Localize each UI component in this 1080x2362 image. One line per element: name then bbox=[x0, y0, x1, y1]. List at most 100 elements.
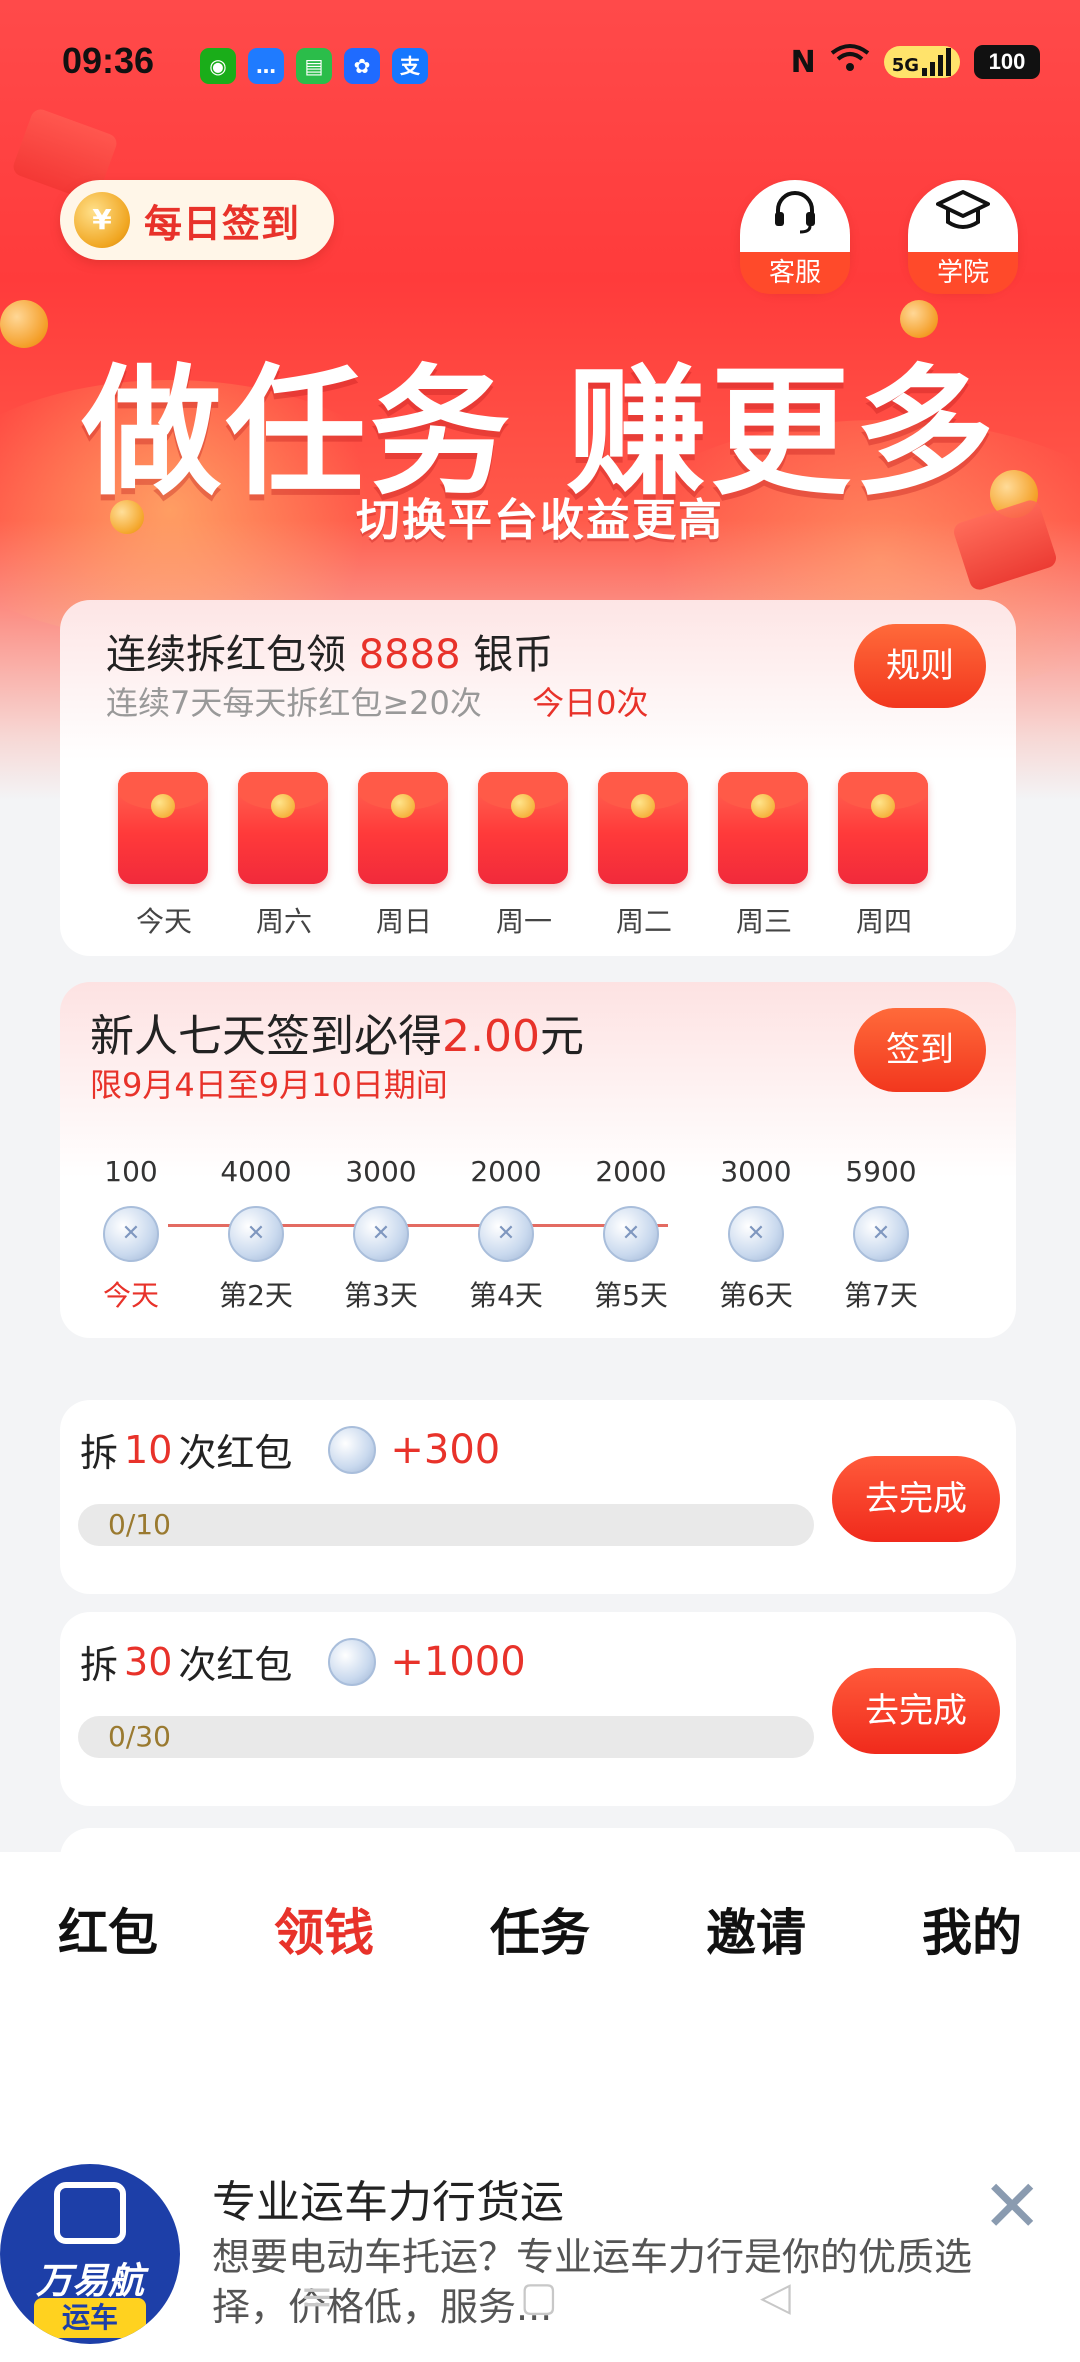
envelope-seal-icon bbox=[751, 794, 775, 818]
headset-icon bbox=[740, 186, 850, 252]
silver-coin-icon: ✕ bbox=[353, 1206, 409, 1262]
envelope-day-label: 周二 bbox=[615, 905, 672, 938]
signin-day-step: 3000 ✕ 第3天 bbox=[326, 1152, 436, 1314]
streak-today-count: 今日0次 bbox=[532, 684, 649, 722]
envelope-day-label: 今天 bbox=[135, 905, 192, 938]
customer-service-button[interactable]: 客服 bbox=[740, 180, 850, 294]
task-suffix: 次红包 bbox=[178, 1643, 293, 1687]
signin-button[interactable]: 签到 bbox=[854, 1008, 986, 1092]
red-envelope-day[interactable]: 周一 bbox=[478, 772, 570, 940]
task-suffix: 次红包 bbox=[178, 1431, 293, 1475]
go-complete-button[interactable]: 去完成 bbox=[832, 1668, 1000, 1754]
nav-menu-icon[interactable]: ≡ bbox=[300, 2274, 334, 2320]
nav-tab[interactable]: 我的 bbox=[864, 1893, 1080, 1965]
status-bar: 09:36 ◉ … ▤ ✿ 支 N 5G 100 bbox=[0, 0, 1080, 120]
status-time: 09:36 bbox=[62, 40, 155, 81]
signin-title-amount: 2.00 bbox=[442, 1011, 540, 1062]
task-card: 拆 30 次红包 +1000 0/30 去完成 bbox=[60, 1612, 1016, 1806]
red-envelope-day[interactable]: 周三 bbox=[718, 772, 810, 940]
ad-brand: 万易航 bbox=[35, 2261, 144, 2302]
signin-day-label: 第3天 bbox=[344, 1279, 418, 1312]
task-reward: +1000 bbox=[390, 1638, 526, 1685]
envelope-seal-icon bbox=[271, 794, 295, 818]
signin-day-step: 2000 ✕ 第5天 bbox=[576, 1152, 686, 1314]
ad-brand-tag: 运车 bbox=[34, 2298, 146, 2338]
nav-tab[interactable]: 任务 bbox=[432, 1893, 648, 1965]
daily-signin-label: 每日签到 bbox=[144, 201, 301, 246]
task-count: 30 bbox=[124, 1639, 173, 1684]
red-envelope-day[interactable]: 周日 bbox=[358, 772, 450, 940]
signin-day-amount: 2000 bbox=[595, 1155, 667, 1188]
red-envelope-icon bbox=[118, 772, 208, 884]
task-title: 拆 10 次红包 +300 bbox=[80, 1422, 500, 1477]
streak-title: 连续拆红包领 8888 银币 bbox=[106, 622, 553, 680]
pinwheel-icon: ✿ bbox=[344, 48, 380, 84]
envelope-day-label: 周日 bbox=[375, 905, 432, 938]
nav-home-icon[interactable]: ▢ bbox=[520, 2274, 558, 2320]
red-envelope-day[interactable]: 周二 bbox=[598, 772, 690, 940]
envelope-seal-icon bbox=[631, 794, 655, 818]
signin-title-prefix: 新人七天签到必得 bbox=[90, 1011, 442, 1062]
ad-banner[interactable]: 万易航 运车 专业运车力行货运 想要电动车托运？专业运车力行是你的优质选择，价格… bbox=[0, 2006, 1080, 2362]
nfc-icon: N bbox=[790, 44, 816, 80]
task-title: 拆 30 次红包 +1000 bbox=[80, 1634, 526, 1689]
silver-coin-icon: ✕ bbox=[103, 1206, 159, 1262]
envelope-seal-icon bbox=[391, 794, 415, 818]
streak-title-amount: 8888 bbox=[358, 632, 461, 678]
newcomer-signin-card: 新人七天签到必得2.00元 限9月4日至9月10日期间 签到 100 ✕ 今天 400… bbox=[60, 982, 1016, 1338]
red-envelope-icon bbox=[478, 772, 568, 884]
streak-title-prefix: 连续拆红包领 bbox=[106, 632, 346, 678]
signin-title-suffix: 元 bbox=[539, 1011, 584, 1062]
battery-icon: 100 bbox=[974, 45, 1040, 79]
signin-period: 限9月4日至9月10日期间 bbox=[90, 1066, 448, 1104]
streak-subtitle: 连续7天每天拆红包≥20次 今日0次 bbox=[106, 678, 648, 724]
silver-coin-icon bbox=[328, 1425, 377, 1474]
silver-coin-icon: ✕ bbox=[478, 1206, 534, 1262]
wechat-icon: ◉ bbox=[200, 48, 236, 84]
task-card: 拆 10 次红包 +300 0/10 去完成 bbox=[60, 1400, 1016, 1594]
go-complete-button[interactable]: 去完成 bbox=[832, 1456, 1000, 1542]
red-envelope-day[interactable]: 今天 bbox=[118, 772, 210, 940]
red-envelope-icon bbox=[238, 772, 328, 884]
envelope-day-label: 周六 bbox=[255, 905, 312, 938]
rules-button[interactable]: 规则 bbox=[854, 624, 986, 708]
daily-signin-button[interactable]: ¥ 每日签到 bbox=[60, 180, 334, 260]
signin-day-label: 今天 bbox=[102, 1279, 159, 1312]
task-progress-bar: 0/30 bbox=[78, 1716, 814, 1758]
signin-day-step: 100 ✕ 今天 bbox=[76, 1152, 186, 1314]
signin-day-step: 2000 ✕ 第4天 bbox=[451, 1152, 561, 1314]
red-envelope-day[interactable]: 周四 bbox=[838, 772, 930, 940]
signin-day-label: 第6天 bbox=[719, 1279, 793, 1312]
graduation-cap-icon bbox=[908, 186, 1018, 252]
streak-requirement: 连续7天每天拆红包≥20次 bbox=[106, 684, 482, 722]
nav-tab[interactable]: 领钱 bbox=[216, 1893, 432, 1965]
red-envelope-day[interactable]: 周六 bbox=[238, 772, 330, 940]
close-icon[interactable]: ✕ bbox=[982, 2170, 1042, 2242]
academy-button[interactable]: 学院 bbox=[908, 180, 1018, 294]
envelope-seal-icon bbox=[151, 794, 175, 818]
task-progress-text: 0/10 bbox=[108, 1508, 171, 1541]
envelope-seal-icon bbox=[511, 794, 535, 818]
task-progress-text: 0/30 bbox=[108, 1720, 171, 1753]
ad-logo: 万易航 运车 bbox=[0, 2164, 180, 2344]
hero-subslogan: 切换平台收益更高 bbox=[356, 495, 724, 546]
envelope-seal-icon bbox=[871, 794, 895, 818]
signin-day-amount: 3000 bbox=[345, 1155, 417, 1188]
silver-coin-icon bbox=[328, 1637, 377, 1686]
envelope-day-label: 周一 bbox=[495, 905, 552, 938]
streak-red-envelope-card: 连续拆红包领 8888 银币 连续7天每天拆红包≥20次 今日0次 规则 今天 周… bbox=[60, 600, 1016, 956]
wifi-icon bbox=[830, 43, 870, 81]
signin-day-amount: 5900 bbox=[845, 1155, 917, 1188]
message-icon: … bbox=[248, 48, 284, 84]
coin-icon: ¥ bbox=[74, 192, 130, 248]
nav-back-icon[interactable]: ◁ bbox=[760, 2274, 791, 2320]
signal-icon: 5G bbox=[883, 46, 960, 78]
envelope-day-label: 周四 bbox=[855, 905, 912, 938]
nav-tab[interactable]: 邀请 bbox=[648, 1893, 864, 1965]
sms-icon: ▤ bbox=[296, 48, 332, 84]
signal-5g-label: 5G bbox=[891, 55, 919, 76]
nav-tab[interactable]: 红包 bbox=[0, 1893, 216, 1965]
signin-day-step: 3000 ✕ 第6天 bbox=[701, 1152, 811, 1314]
bottom-nav: 红包 领钱 任务 邀请 我的 bbox=[0, 1852, 1080, 2006]
signin-day-amount: 4000 bbox=[220, 1155, 292, 1188]
